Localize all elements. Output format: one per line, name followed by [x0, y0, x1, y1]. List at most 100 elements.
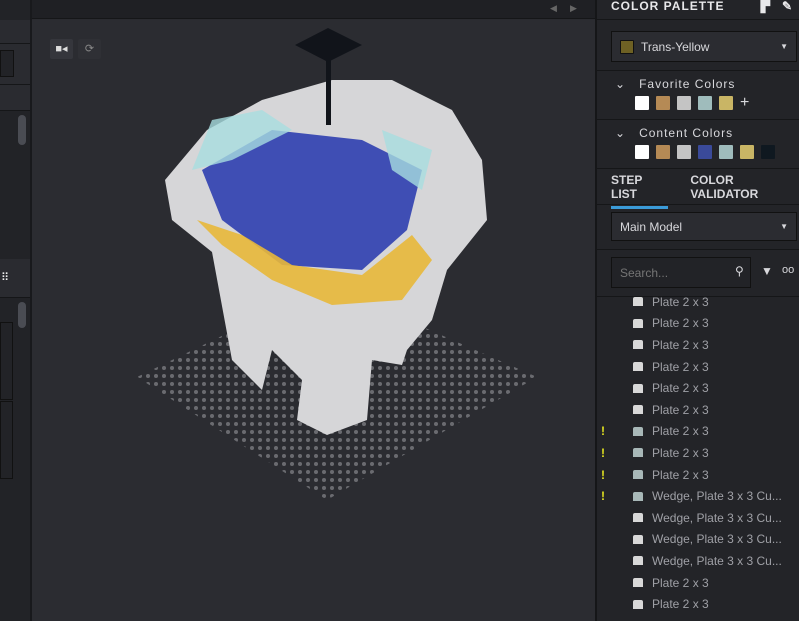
left-input[interactable] — [0, 50, 14, 77]
step-list: Plate 2 x 3 Plate 2 x 3 Plate 2 x 3 Plate 2… — [597, 291, 799, 615]
warning-icon: ! — [601, 424, 605, 439]
step-list-item[interactable]: ! Plate 2 x 3 — [597, 464, 799, 486]
color-swatch[interactable] — [719, 145, 733, 159]
step-label: Wedge, Plate 3 x 3 Cu... — [652, 489, 782, 504]
step-list-item[interactable]: Plate 2 x 3 — [597, 291, 799, 313]
warning-icon: ! — [601, 445, 605, 460]
step-label: Plate 2 x 3 — [652, 381, 709, 396]
step-list-item[interactable]: ! Plate 2 x 3 — [597, 442, 799, 464]
step-list-item[interactable]: ! Wedge, Plate 3 x 3 Cu... — [597, 485, 799, 507]
step-list-item[interactable]: Wedge, Plate 3 x 3 Cu... — [597, 529, 799, 551]
favorite-colors-label: Favorite Colors — [639, 77, 736, 91]
brick-icon — [633, 491, 643, 501]
model-select-label: Main Model — [620, 219, 683, 234]
color-swatch[interactable] — [698, 145, 712, 159]
scrollbar[interactable] — [18, 115, 26, 145]
step-label: Plate 2 x 3 — [652, 337, 709, 352]
color-select-section: Trans-Yellow ▼ — [597, 20, 799, 71]
step-label: Plate 2 x 3 — [652, 445, 709, 460]
color-swatch[interactable] — [761, 145, 775, 159]
color-swatch[interactable] — [677, 145, 691, 159]
step-label: Plate 2 x 3 — [652, 316, 709, 331]
step-label: Plate 2 x 3 — [652, 575, 709, 590]
step-label: Plate 2 x 3 — [652, 467, 709, 482]
chevron-down-icon: ▼ — [780, 42, 788, 51]
antenna-plate — [295, 28, 362, 62]
brick-icon — [633, 340, 643, 350]
left-card[interactable] — [0, 322, 13, 400]
step-list-item[interactable]: Plate 2 x 3 — [597, 572, 799, 594]
model-dropdown[interactable]: Main Model ▼ — [611, 212, 797, 241]
content-colors-toggle[interactable]: ⌄ Content Colors — [597, 124, 799, 142]
right-panel: COLOR PALETTE ▛ ✎ Trans-Yellow ▼ ⌄ Favor… — [595, 0, 799, 621]
left-header — [0, 20, 30, 44]
warning-icon: ! — [601, 467, 605, 482]
brick-icon — [633, 318, 643, 328]
brick-icon — [633, 426, 643, 436]
step-list-item[interactable]: Plate 2 x 3 — [597, 313, 799, 335]
paint-roller-icon[interactable]: ▛ — [761, 0, 771, 13]
color-swatch[interactable] — [635, 145, 649, 159]
add-color-icon[interactable]: + — [740, 94, 749, 112]
color-dropdown[interactable]: Trans-Yellow ▼ — [611, 31, 797, 62]
step-label: Plate 2 x 3 — [652, 424, 709, 439]
scrollbar-2[interactable] — [18, 302, 26, 328]
brick-icon — [633, 448, 643, 458]
nav-back-icon[interactable]: ◀ — [550, 3, 557, 14]
step-list-item[interactable]: Wedge, Plate 3 x 3 Cu... — [597, 550, 799, 572]
step-list-item[interactable]: Wedge, Plate 3 x 3 Cu... — [597, 507, 799, 529]
brick-icon — [633, 578, 643, 588]
step-list-item[interactable]: Plate 2 x 3 — [597, 593, 799, 615]
step-list-item[interactable]: Plate 2 x 3 — [597, 356, 799, 378]
search-icon[interactable]: ⚲ — [735, 264, 744, 278]
color-palette-title: COLOR PALETTE — [611, 0, 725, 13]
step-list-item[interactable]: Plate 2 x 3 — [597, 377, 799, 399]
selected-color-label: Trans-Yellow — [641, 39, 710, 54]
lego-model-render — [137, 28, 537, 500]
favorite-colors-toggle[interactable]: ⌄ Favorite Colors — [597, 75, 799, 93]
brick-icon — [633, 405, 643, 415]
eyedropper-icon[interactable]: ✎ — [782, 0, 793, 13]
step-list-item[interactable]: Plate 2 x 3 — [597, 334, 799, 356]
antenna-pole — [326, 60, 331, 125]
3d-viewport[interactable]: ■◂ ⟳ — [32, 20, 595, 621]
search-input[interactable] — [611, 257, 751, 288]
nav-forward-icon[interactable]: ▶ — [570, 3, 577, 14]
step-label: Wedge, Plate 3 x 3 Cu... — [652, 532, 782, 547]
color-swatch[interactable] — [677, 96, 691, 110]
content-colors-section: ⌄ Content Colors — [597, 120, 799, 169]
brick-icon — [633, 599, 643, 609]
step-list-item[interactable]: ! Plate 2 x 3 — [597, 421, 799, 443]
color-swatch[interactable] — [656, 145, 670, 159]
step-label: Plate 2 x 3 — [652, 402, 709, 417]
step-label: Plate 2 x 3 — [652, 597, 709, 612]
favorite-swatches: + — [597, 93, 799, 113]
left-card[interactable] — [0, 401, 13, 479]
search-section: ⚲ ▼ oo — [597, 250, 799, 297]
left-toolbar: ⠿ — [0, 259, 30, 298]
brick-icon — [633, 470, 643, 480]
brick-icon — [633, 362, 643, 372]
content-swatches — [597, 142, 799, 162]
color-swatch[interactable] — [656, 96, 670, 110]
step-list-item[interactable]: Plate 2 x 3 — [597, 399, 799, 421]
glasses-icon[interactable]: oo — [782, 264, 794, 276]
grid-icon[interactable]: ⠿ — [1, 271, 9, 284]
color-swatch[interactable] — [719, 96, 733, 110]
color-swatch[interactable] — [635, 96, 649, 110]
selected-color-swatch — [620, 39, 634, 54]
filter-icon[interactable]: ▼ — [761, 264, 773, 278]
tab-color-validator[interactable]: COLOR VALIDATOR — [690, 173, 799, 201]
step-label: Plate 2 x 3 — [652, 359, 709, 374]
chevron-down-icon: ▼ — [780, 222, 788, 231]
content-colors-label: Content Colors — [639, 126, 734, 140]
brick-icon — [633, 297, 643, 307]
left-input-area — [0, 44, 30, 85]
color-swatch[interactable] — [740, 145, 754, 159]
step-label: Wedge, Plate 3 x 3 Cu... — [652, 553, 782, 568]
step-label: Wedge, Plate 3 x 3 Cu... — [652, 510, 782, 525]
brick-icon — [633, 513, 643, 523]
color-swatch[interactable] — [698, 96, 712, 110]
color-palette-header: COLOR PALETTE ▛ ✎ — [597, 0, 799, 20]
tab-step-list[interactable]: STEP LIST — [611, 173, 669, 209]
